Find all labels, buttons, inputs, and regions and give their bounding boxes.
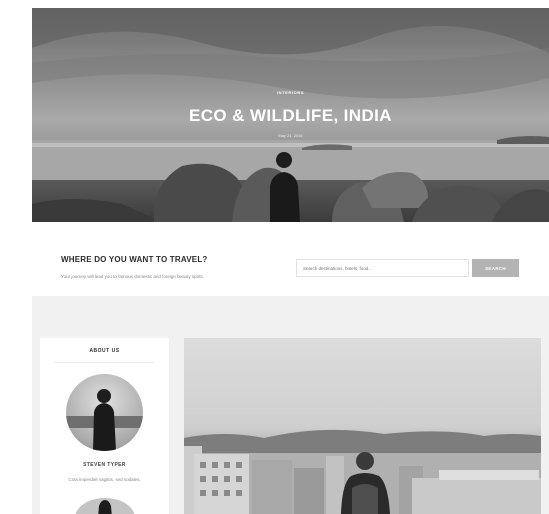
avatar [66,374,143,451]
divider [54,362,155,363]
featured-post-image[interactable] [184,338,541,514]
author-name: STEVEN TYPER [83,462,126,468]
author-bio: Cras imperdiet sagittis, sed sodales. [68,477,141,482]
second-avatar [72,488,138,514]
hero-category[interactable]: INTERIORS [32,90,549,95]
hero-date: May 21, 2016 [278,133,303,138]
search-section: WHERE DO YOU WANT TO TRAVEL? Your journe… [32,222,549,296]
hero-banner[interactable]: INTERIORS ECO & WILDLIFE, INDIA May 21, … [32,8,549,222]
about-widget: ABOUT US STEVEN TYPER Cras imperdiet sag… [40,338,169,514]
about-title: ABOUT US [89,348,120,354]
photo-icon [75,498,135,514]
search-button[interactable]: SEARCH [472,259,519,277]
hero-title[interactable]: ECO & WILDLIFE, INDIA [32,106,549,126]
page-frame: INTERIORS ECO & WILDLIFE, INDIA May 21, … [32,8,549,514]
search-heading: WHERE DO YOU WANT TO TRAVEL? [61,255,208,264]
person-icon [66,389,143,451]
search-subheading: Your journey will lead you to famous dom… [61,274,204,279]
search-input[interactable] [296,259,469,277]
photo-icon [184,429,541,514]
